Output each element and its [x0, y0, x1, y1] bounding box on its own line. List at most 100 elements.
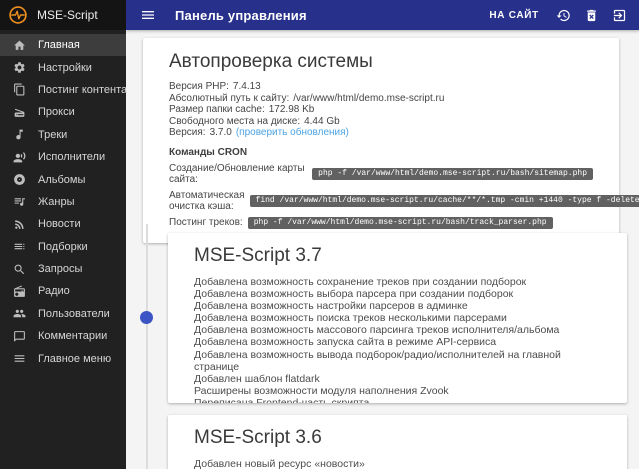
- brand-label: MSE-Script: [37, 8, 98, 22]
- sidebar-item[interactable]: Жанры: [0, 191, 126, 213]
- sidebar-item-label: Запросы: [38, 263, 83, 276]
- timeline-line: [146, 224, 148, 469]
- playlists-icon: [13, 240, 26, 253]
- changelog-item: Добавлена возможность сохранение треков …: [194, 276, 527, 288]
- changelog-version-title: MSE-Script 3.6: [194, 427, 322, 448]
- system-info-row: Версия: 3.7.0 (проверить обновления): [169, 127, 593, 139]
- info-value: 3.7.0: [209, 127, 232, 139]
- changelog-version-title: MSE-Script 3.7: [194, 245, 322, 266]
- system-check-card: Автопроверка системы Версия PHP: 7.4.13 А…: [143, 38, 639, 243]
- sidebar-item[interactable]: Постинг контента: [0, 79, 128, 101]
- sidebar-item-label: Треки: [38, 128, 68, 141]
- info-value: 7.4.13: [232, 81, 261, 92]
- sidebar-item-label: Новости: [38, 218, 81, 231]
- sidebar-item-label: Прокси: [38, 106, 75, 119]
- sidebar-item[interactable]: Подборки: [0, 236, 126, 258]
- sidebar-item[interactable]: Пользователи: [0, 303, 126, 325]
- cron-label: Автоматическая очистка кэша:: [169, 189, 245, 212]
- cron-label: Создание/Обновление карты сайта:: [169, 162, 305, 185]
- sidebar-item[interactable]: Исполнители: [0, 146, 126, 168]
- info-label: Свободного места на диске:: [169, 115, 301, 127]
- changelog-item: Добавлена возможность настройки парсеров…: [194, 300, 468, 313]
- topbar: Панель управления НА САЙТ: [126, 0, 639, 30]
- info-value: /var/www/html/demo.mse-script.ru: [293, 92, 445, 104]
- sidebar-item[interactable]: Комментарии: [0, 325, 126, 347]
- brand: MSE-Script: [0, 0, 126, 30]
- home-icon: [13, 39, 26, 52]
- sidebar-nav: Главная Настройки Постинг контента Прокс…: [0, 30, 128, 370]
- news-icon: [13, 218, 26, 231]
- info-label: Версия:: [169, 127, 206, 139]
- cron-row: Постинг треков: php -f /var/www/html/dem…: [169, 216, 593, 229]
- sidebar-item-label: Главная: [38, 39, 80, 52]
- albums-icon: [13, 173, 26, 186]
- cron-row: Автоматическая очистка кэша: find /var/w…: [169, 189, 639, 212]
- page-title: Панель управления: [175, 7, 307, 23]
- users-icon: [13, 307, 26, 320]
- sidebar-item-label: Радио: [38, 285, 70, 298]
- cron-row: Создание/Обновление карты сайта: php -f …: [169, 163, 593, 185]
- changelog-item: Добавлена возможность выбора парсера при…: [194, 288, 514, 301]
- sidebar: MSE-Script Главная Настройки Постинг кон…: [0, 0, 128, 469]
- cron-command-chip: php -f /var/www/html/demo.mse-script.ru/…: [247, 216, 553, 229]
- logout-icon[interactable]: [612, 8, 627, 23]
- cron-label: Постинг треков:: [169, 217, 243, 229]
- check-updates-link[interactable]: (проверить обновления): [236, 127, 349, 138]
- admin-panel-screen: MSE-Script Главная Настройки Постинг кон…: [0, 0, 639, 469]
- changelog-list: Добавлена возможность сохранение треков …: [194, 276, 601, 403]
- sidebar-item[interactable]: Новости: [0, 213, 126, 235]
- genres-icon: [13, 195, 26, 208]
- changelog-item: Добавлена возможность поиска треков неск…: [194, 312, 507, 325]
- cron-command-chip: find /var/www/html/demo.mse-script.ru/ca…: [249, 194, 639, 207]
- changelog-item: Добавлен новый ресурс «новости»: [194, 458, 365, 469]
- cron-list: Создание/Обновление карты сайта: php -f …: [169, 163, 639, 229]
- sidebar-item-label: Настройки: [38, 61, 92, 74]
- cron-section-title: Команды CRON: [169, 146, 248, 158]
- timeline-dot: [140, 311, 153, 324]
- menu-icon: [13, 352, 26, 365]
- search-icon: [13, 263, 26, 276]
- sidebar-item[interactable]: Главное меню: [0, 347, 126, 369]
- sidebar-item-label: Комментарии: [38, 330, 108, 343]
- changelog-item: Расширены возможности модуля наполнения …: [194, 384, 449, 397]
- sidebar-item[interactable]: Радио: [0, 280, 126, 302]
- sidebar-item-label: Исполнители: [38, 151, 106, 164]
- sidebar-item-label: Постинг контента: [38, 83, 128, 96]
- sidebar-item-label: Подборки: [38, 240, 88, 253]
- history-icon[interactable]: [556, 8, 571, 23]
- proxy-icon: [13, 106, 26, 119]
- changelog-item: Добавлена возможность массового парсинга…: [194, 324, 560, 337]
- sidebar-item[interactable]: Альбомы: [0, 168, 126, 190]
- sidebar-item[interactable]: Главная: [0, 34, 126, 57]
- info-label: Абсолютный путь к сайту:: [169, 92, 290, 104]
- changelog-card-37: MSE-Script 3.7 Добавлена возможность сох…: [168, 233, 627, 403]
- changelog-item: Добавлен шаблон flatdark: [194, 372, 320, 385]
- waveform-logo-icon: [8, 5, 28, 25]
- sidebar-item[interactable]: Запросы: [0, 258, 126, 280]
- system-check-title: Автопроверка системы: [169, 51, 373, 72]
- settings-icon: [13, 61, 26, 74]
- clear-trash-icon[interactable]: [584, 8, 599, 23]
- changelog-card-36: MSE-Script 3.6 Добавлен новый ресурс «но…: [168, 415, 627, 469]
- sidebar-item-label: Альбомы: [38, 173, 86, 186]
- changelog-item: Переписана Frontend-часть скрипта: [194, 396, 370, 403]
- hamburger-icon[interactable]: [140, 7, 156, 23]
- card-notch: [168, 311, 175, 324]
- changelog-item: Добавлена возможность вывода подборок/ра…: [194, 348, 561, 373]
- system-info-row: Размер папки cache: 172.98 Kb: [169, 104, 593, 116]
- sidebar-item[interactable]: Треки: [0, 124, 126, 146]
- main-content: Автопроверка системы Версия PHP: 7.4.13 А…: [126, 30, 639, 469]
- comments-icon: [13, 330, 26, 343]
- info-value: 4.44 Gb: [304, 115, 340, 127]
- info-label: Версия PHP:: [169, 81, 229, 92]
- info-value: 172.98 Kb: [268, 104, 315, 116]
- sidebar-item-label: Жанры: [38, 195, 75, 208]
- system-info-row: Свободного места на диске: 4.44 Gb: [169, 116, 593, 128]
- sidebar-item[interactable]: Прокси: [0, 101, 126, 123]
- to-site-button[interactable]: НА САЙТ: [489, 10, 539, 21]
- sidebar-item-label: Пользователи: [38, 307, 110, 320]
- sidebar-item[interactable]: Настройки: [0, 56, 126, 78]
- changelog-item: Добавлена возможность запуска сайта в ре…: [194, 336, 497, 349]
- radio-icon: [13, 285, 26, 298]
- system-info-list: Версия PHP: 7.4.13 Абсолютный путь к сайт…: [169, 81, 593, 139]
